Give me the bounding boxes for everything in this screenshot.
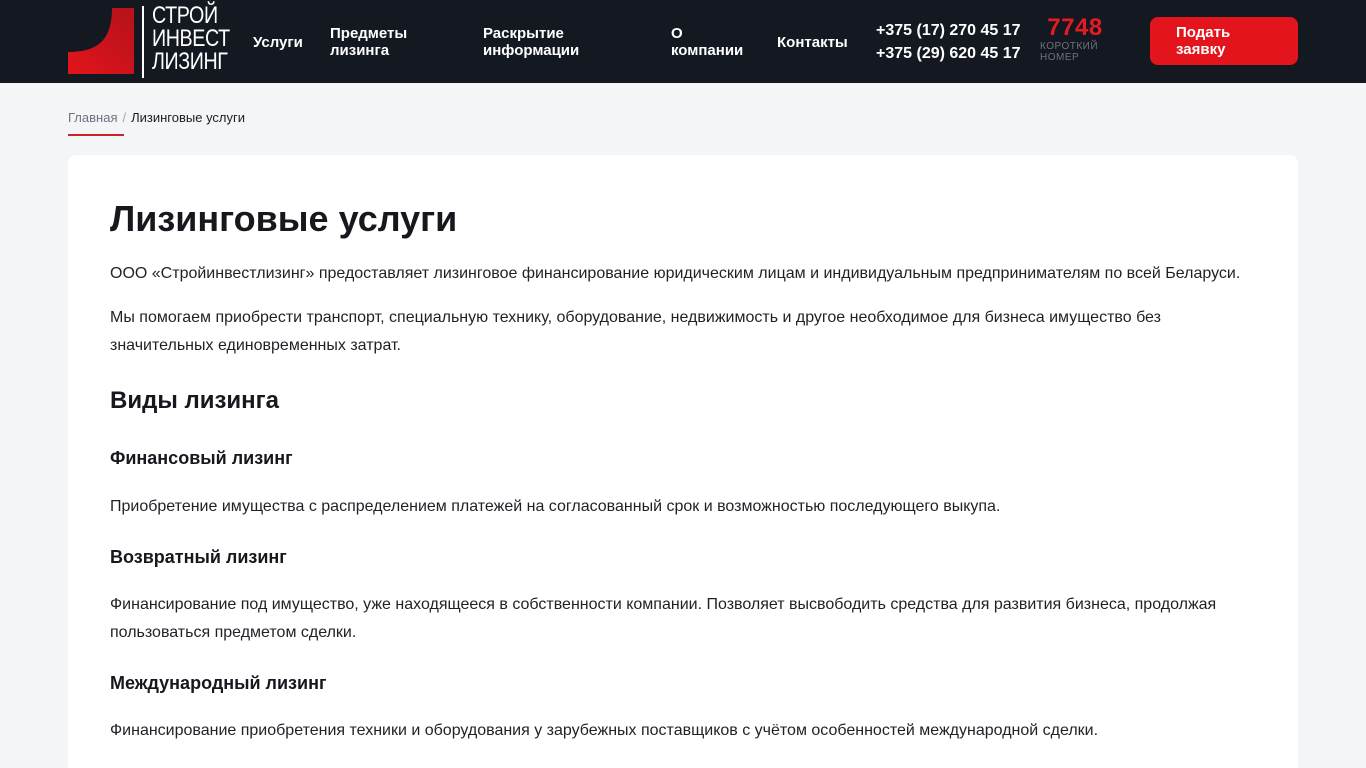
intro-paragraph: ООО «Стройинвестлизинг» предоставляет ли… bbox=[110, 265, 1241, 282]
short-number-caption: КОРОТКИЙ НОМЕР bbox=[1040, 41, 1099, 63]
logo-link[interactable]: СТРОЙ ИНВЕСТ ЛИЗИНГ bbox=[68, 2, 230, 80]
logo-wordmark: СТРОЙ ИНВЕСТ ЛИЗИНГ bbox=[152, 2, 230, 75]
leasing-type-text: Финансирование под имущество, уже находя… bbox=[110, 596, 1217, 641]
short-number-value: 7748 bbox=[1047, 14, 1103, 41]
phone-list: +375 (17) 270 45 17 +375 (29) 620 45 17 bbox=[876, 19, 1021, 65]
site-header: СТРОЙ ИНВЕСТ ЛИЗИНГ Услуги Предметы лизи… bbox=[0, 0, 1366, 83]
breadcrumb-home-link[interactable]: Главная bbox=[68, 110, 117, 125]
short-number[interactable]: 7748 КОРОТКИЙ НОМЕР bbox=[1040, 14, 1130, 64]
leasing-type-title: Возвратный лизинг bbox=[110, 547, 287, 567]
leasing-type-title: Международный лизинг bbox=[110, 673, 327, 693]
logo-divider bbox=[142, 6, 144, 78]
breadcrumb-active-underline bbox=[68, 134, 124, 136]
content-card: Лизинговые услуги ООО «Стройинвестлизинг… bbox=[68, 155, 1298, 768]
breadcrumb-current: Лизинговые услуги bbox=[131, 110, 246, 125]
phone-link[interactable]: +375 (29) 620 45 17 bbox=[876, 42, 1021, 65]
leasing-type-title: Финансовый лизинг bbox=[110, 448, 293, 468]
phone-link[interactable]: +375 (17) 270 45 17 bbox=[876, 19, 1021, 42]
intro-paragraph: Мы помогаем приобрести транспорт, специа… bbox=[110, 309, 1161, 354]
page-title: Лизинговые услуги bbox=[110, 198, 458, 239]
nav-leasing-subjects[interactable]: Предметы лизинга bbox=[330, 25, 440, 59]
nav-services[interactable]: Услуги bbox=[253, 34, 303, 51]
nav-about[interactable]: О компании bbox=[671, 25, 751, 59]
leasing-types-heading: Виды лизинга bbox=[110, 387, 280, 414]
nav-disclosure[interactable]: Раскрытие информации bbox=[483, 25, 593, 59]
leasing-type-text: Финансирование приобретения техники и об… bbox=[110, 722, 1099, 739]
logo-mark-icon bbox=[68, 8, 134, 74]
leasing-type-text: Приобретение имущества с распределением … bbox=[110, 498, 1001, 515]
submit-application-button[interactable]: Подать заявку bbox=[1150, 17, 1298, 65]
nav-contacts[interactable]: Контакты bbox=[777, 34, 848, 51]
breadcrumb-separator: / bbox=[122, 110, 127, 125]
breadcrumb: Главная / Лизинговые услуги bbox=[68, 110, 245, 126]
